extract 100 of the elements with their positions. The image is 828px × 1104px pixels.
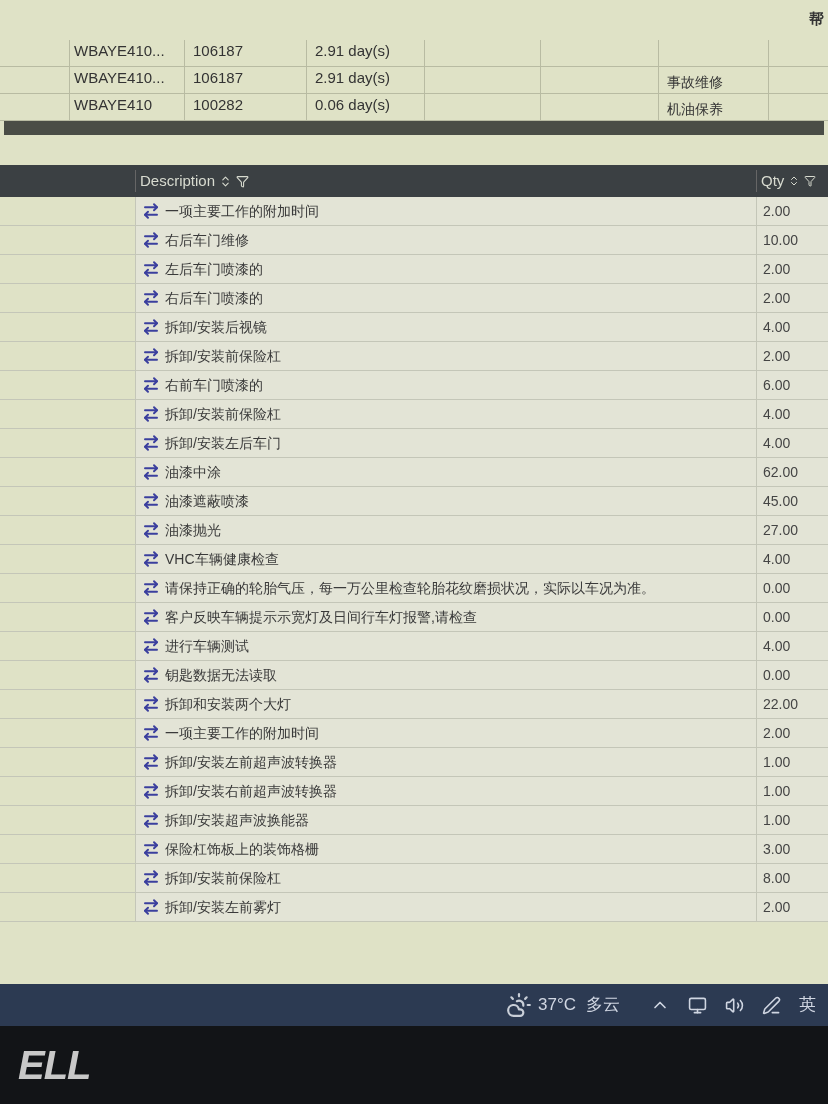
table-cell-text: 保险杠饰板上的装饰格栅 (165, 839, 319, 859)
table-cell: 106187 (185, 67, 307, 93)
table-cell: 6.00 (756, 371, 828, 399)
swap-icon[interactable] (142, 608, 160, 626)
horizontal-scrollbar[interactable] (4, 121, 824, 135)
swap-icon[interactable] (142, 318, 160, 336)
table-cell: 4.00 (756, 429, 828, 457)
table-cell-text: VHC车辆健康检查 (165, 549, 279, 569)
table-cell: 22.00 (756, 690, 828, 718)
swap-icon[interactable] (142, 376, 160, 394)
filter-icon[interactable] (236, 174, 250, 188)
table-cell: 0.00 (756, 661, 828, 689)
table-cell: WBAYE410... (70, 67, 185, 93)
temperature-text[interactable]: 37°C (538, 992, 576, 1018)
table-cell-text: 机油保养 (667, 100, 723, 119)
swap-icon[interactable] (142, 637, 160, 655)
table-cell: 4.00 (756, 632, 828, 660)
table-cell-text: 客户反映车辆提示示宽灯及日间行车灯报警,请检查 (165, 607, 477, 627)
network-icon[interactable] (688, 995, 707, 1015)
table-cell-text: 拆卸/安装左后车门 (165, 433, 281, 453)
table-cell-text: 右前车门喷漆的 (165, 375, 263, 395)
swap-icon[interactable] (142, 231, 160, 249)
table-cell-text: 事故维修 (667, 73, 723, 92)
swap-icon[interactable] (142, 579, 160, 597)
swap-icon[interactable] (142, 898, 160, 916)
table-cell-text: 拆卸和安装两个大灯 (165, 694, 291, 714)
swap-icon[interactable] (142, 202, 160, 220)
column-header[interactable]: Qty (756, 169, 828, 193)
table-cell-text: 拆卸/安装超声波换能器 (165, 810, 309, 830)
table-cell-text: 拆卸/安装后视镜 (165, 317, 267, 337)
table-cell-text: 油漆遮蔽喷漆 (165, 491, 249, 511)
table-cell-text: 拆卸/安装前保险杠 (165, 868, 281, 888)
table-cell: WBAYE410... (70, 40, 185, 66)
table-cell: 100282 (185, 94, 307, 120)
table-cell: 4.00 (756, 400, 828, 428)
table-cell-text: 进行车辆测试 (165, 636, 249, 656)
table-cell: 45.00 (756, 487, 828, 515)
table-cell-text: 钥匙数据无法读取 (165, 665, 277, 685)
table-cell: 27.00 (756, 516, 828, 544)
table-cell: 3.00 (756, 835, 828, 863)
table-cell: 0.00 (756, 574, 828, 602)
swap-icon[interactable] (142, 347, 160, 365)
table-cell: 2.00 (756, 342, 828, 370)
table-cell: 1.00 (756, 806, 828, 834)
table-cell-text: 拆卸/安装左前雾灯 (165, 897, 281, 917)
table-cell-text: 拆卸/安装前保险杠 (165, 346, 281, 366)
swap-icon[interactable] (142, 782, 160, 800)
table-cell: 8.00 (756, 864, 828, 892)
table-cell-text: 请保持正确的轮胎气压，每一万公里检查轮胎花纹磨损状况，实际以车况为准。 (165, 578, 655, 598)
swap-icon[interactable] (142, 666, 160, 684)
table-cell-text: 一项主要工作的附加时间 (165, 723, 319, 743)
table-cell: 4.00 (756, 545, 828, 573)
table-cell: 2.91 day(s) (307, 67, 425, 93)
swap-icon[interactable] (142, 521, 160, 539)
swap-icon[interactable] (142, 260, 160, 278)
swap-icon[interactable] (142, 463, 160, 481)
table-cell-text: 右后车门维修 (165, 230, 249, 250)
table-cell: 2.00 (756, 893, 828, 921)
table-cell: 4.00 (756, 313, 828, 341)
table-cell: 2.91 day(s) (307, 40, 425, 66)
swap-icon[interactable] (142, 289, 160, 307)
table-cell-text: 左后车门喷漆的 (165, 259, 263, 279)
table-cell-text: 拆卸/安装左前超声波转换器 (165, 752, 337, 772)
swap-icon[interactable] (142, 550, 160, 568)
swap-icon[interactable] (142, 492, 160, 510)
table-cell: 106187 (185, 40, 307, 66)
pen-icon[interactable] (762, 995, 781, 1015)
table-cell-text: 右后车门喷漆的 (165, 288, 263, 308)
weather-text[interactable]: 多云 (586, 992, 620, 1018)
table-cell-text: 一项主要工作的附加时间 (165, 201, 319, 221)
table-cell: 2.00 (756, 197, 828, 225)
table-cell: 62.00 (756, 458, 828, 486)
table-cell-text: 油漆中涂 (165, 462, 221, 482)
table-cell: 0.00 (756, 603, 828, 631)
column-header[interactable]: Description (135, 169, 756, 193)
table-cell: 2.00 (756, 284, 828, 312)
swap-icon[interactable] (142, 811, 160, 829)
weather-icon[interactable] (506, 992, 532, 1018)
table-cell: 1.00 (756, 777, 828, 805)
swap-icon[interactable] (142, 695, 160, 713)
table-cell: 0.06 day(s) (307, 94, 425, 120)
table-cell-text: 油漆抛光 (165, 520, 221, 540)
swap-icon[interactable] (142, 405, 160, 423)
header-text: 帮 (809, 9, 824, 29)
filter-icon[interactable] (804, 175, 817, 187)
swap-icon[interactable] (142, 724, 160, 742)
logo-text: ELL (18, 1042, 91, 1089)
table-cell: 10.00 (756, 226, 828, 254)
table-cell: 1.00 (756, 748, 828, 776)
table-cell: 2.00 (756, 719, 828, 747)
volume-icon[interactable] (725, 995, 744, 1015)
swap-icon[interactable] (142, 840, 160, 858)
swap-icon[interactable] (142, 753, 160, 771)
table-cell: 2.00 (756, 255, 828, 283)
swap-icon[interactable] (142, 869, 160, 887)
table-cell-text: 拆卸/安装右前超声波转换器 (165, 781, 337, 801)
table-cell-text: 拆卸/安装前保险杠 (165, 404, 281, 424)
input-method-indicator[interactable]: 英 (799, 992, 816, 1018)
swap-icon[interactable] (142, 434, 160, 452)
table-cell: WBAYE410 (70, 94, 185, 120)
